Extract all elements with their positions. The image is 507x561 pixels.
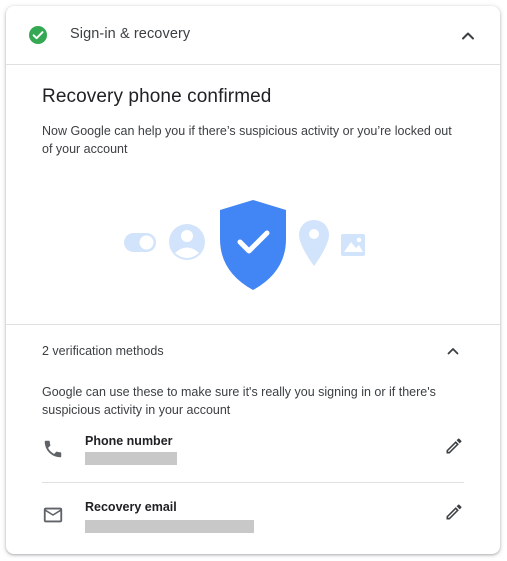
image-icon bbox=[341, 234, 365, 256]
method-label: Recovery email bbox=[85, 500, 177, 514]
check-circle-icon bbox=[29, 26, 47, 44]
redacted-value bbox=[85, 520, 254, 533]
confirmation-title: Recovery phone confirmed bbox=[42, 86, 272, 107]
chevron-up-icon[interactable] bbox=[444, 342, 462, 360]
mail-icon bbox=[43, 507, 63, 523]
confirmation-description: Now Google can help you if there’s suspi… bbox=[42, 124, 452, 156]
verification-methods-description: Google can use these to make sure it's r… bbox=[42, 385, 436, 417]
toggle-icon bbox=[124, 233, 156, 252]
method-divider bbox=[42, 482, 464, 483]
edit-pencil-icon[interactable] bbox=[444, 436, 464, 456]
chevron-up-icon[interactable] bbox=[458, 26, 478, 46]
section-title: Sign-in & recovery bbox=[70, 26, 191, 42]
section-divider bbox=[6, 324, 500, 325]
phone-number-row[interactable]: Phone number bbox=[6, 428, 500, 486]
method-label: Phone number bbox=[85, 434, 173, 448]
verification-methods-header[interactable]: 2 verification methods bbox=[42, 344, 164, 358]
phone-icon bbox=[44, 440, 62, 458]
account-icon bbox=[169, 224, 205, 260]
recovery-email-row[interactable]: Recovery email bbox=[6, 494, 500, 552]
shield-check-icon bbox=[220, 200, 286, 290]
security-illustration bbox=[124, 200, 365, 290]
card-header[interactable]: Sign-in & recovery bbox=[6, 6, 500, 65]
location-pin-icon bbox=[299, 220, 329, 266]
redacted-value bbox=[85, 452, 177, 465]
sign-in-recovery-card: Sign-in & recovery Recovery phone confir… bbox=[6, 6, 500, 554]
edit-pencil-icon[interactable] bbox=[444, 502, 464, 522]
